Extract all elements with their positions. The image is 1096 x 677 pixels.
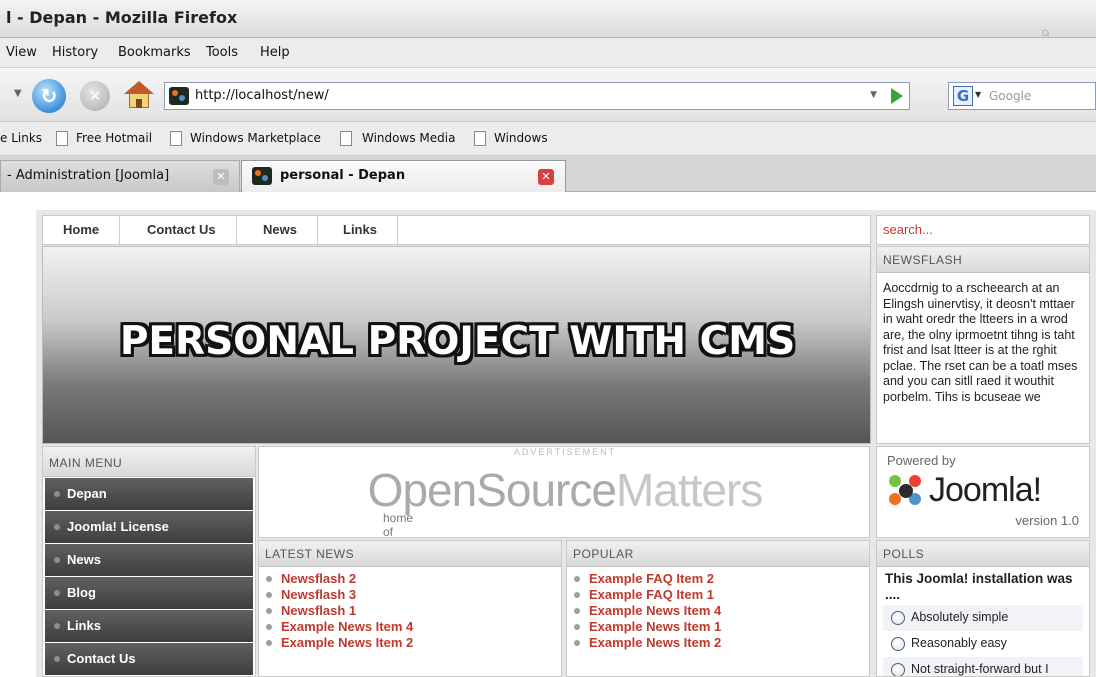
bookmark-free-hotmail[interactable]: Free Hotmail [76, 131, 152, 145]
bookmark-links[interactable]: e Links [0, 131, 42, 145]
popular-item[interactable]: Example News Item 2 [573, 635, 869, 651]
site-frame: Home Contact Us News Links search... PER… [36, 210, 1096, 677]
bookmark-windows-media[interactable]: Windows Media [362, 131, 455, 145]
joomla-version: version 1.0 [1015, 513, 1079, 528]
radio-button[interactable] [891, 611, 905, 625]
popular-item[interactable]: Example News Item 4 [573, 603, 869, 619]
main-menu-item-contact-us[interactable]: Contact Us [45, 643, 253, 675]
popular-item[interactable]: Example News Item 1 [573, 619, 869, 635]
main-menu-item-depan[interactable]: Depan [45, 478, 253, 510]
main-menu-module: MAIN MENU Depan Joomla! License News Blo… [42, 446, 256, 677]
page-icon [170, 131, 182, 146]
powered-by-label: Powered by [887, 453, 956, 468]
menu-history[interactable]: History [52, 45, 98, 60]
top-menu: Home Contact Us News Links [42, 215, 871, 245]
advertisement-tagline: home of Joomla! [383, 511, 425, 553]
polls-module: POLLS This Joomla! installation was ....… [876, 540, 1090, 677]
address-url[interactable]: http://localhost/new/ [195, 88, 329, 103]
main-menu-item-links[interactable]: Links [45, 610, 253, 642]
polls-heading: POLLS [877, 541, 1089, 567]
poll-question: This Joomla! installation was .... [885, 571, 1073, 602]
opensourcematters-logo[interactable]: OpenSourceMatters [259, 463, 871, 517]
menu-tools[interactable]: Tools [206, 45, 238, 60]
menu-view[interactable]: View [6, 45, 37, 60]
tab-label: - Administration [Joomla] [7, 168, 170, 183]
window-corner-glyph: 9 [1041, 28, 1050, 44]
banner-title: PERSONAL PROJECT WITH CMS [119, 319, 796, 364]
joomla-logo-icon[interactable] [889, 475, 925, 507]
poll-option[interactable]: Not straight-forward but I [883, 657, 1083, 676]
advertisement-banner[interactable]: ADVERTISEMENT OpenSourceMatters home of … [258, 446, 871, 553]
menu-bookmarks[interactable]: Bookmarks [118, 45, 191, 60]
poll-option-label: Absolutely simple [911, 610, 1009, 624]
page-icon [340, 131, 352, 146]
site-banner: PERSONAL PROJECT WITH CMS [42, 246, 871, 444]
tab-personal-depan[interactable]: personal - Depan ✕ [241, 160, 566, 192]
latest-news-item[interactable]: Newsflash 1 [265, 603, 561, 619]
newsflash-text: Aoccdrnig to a rscheearch at an Elingsh … [883, 281, 1078, 404]
page-viewport: Home Contact Us News Links search... PER… [0, 192, 1096, 677]
latest-news-item[interactable]: Example News Item 4 [265, 619, 561, 635]
go-icon[interactable] [891, 88, 903, 104]
site-favicon-icon [169, 87, 189, 105]
menu-bar: View History Bookmarks Tools Help [0, 38, 1096, 68]
back-dropdown-icon[interactable]: ▼ [14, 88, 22, 99]
poll-option[interactable]: Reasonably easy [883, 631, 1083, 657]
main-menu-item-joomla-license[interactable]: Joomla! License [45, 511, 253, 543]
window-titlebar: l - Depan - Mozilla Firefox 9 [0, 0, 1096, 44]
bookmark-windows-marketplace[interactable]: Windows Marketplace [190, 131, 321, 145]
tab-label: personal - Depan [280, 168, 406, 183]
google-engine-icon[interactable]: G [953, 86, 973, 106]
poll-option[interactable]: Absolutely simple [883, 605, 1083, 631]
close-tab-icon[interactable]: ✕ [538, 169, 554, 185]
newsflash-module: NEWSFLASH Aoccdrnig to a rscheearch at a… [876, 246, 1090, 444]
brand-matters: Matters [615, 464, 763, 516]
top-menu-contact-us[interactable]: Contact Us [127, 216, 237, 244]
top-menu-news[interactable]: News [243, 216, 318, 244]
popular-item[interactable]: Example FAQ Item 2 [573, 571, 869, 587]
newsflash-heading: NEWSFLASH [877, 247, 1089, 273]
tab-strip: - Administration [Joomla] ✕ personal - D… [0, 156, 1096, 192]
page-icon [56, 131, 68, 146]
poll-option-label: Reasonably easy [911, 636, 1007, 650]
navigation-toolbar: ▼ ↻ ✕ http://localhost/new/ ▼ G ▼ Google [0, 68, 1096, 122]
latest-news-heading: LATEST NEWS [259, 541, 561, 567]
powered-by-module: Powered by Joomla! version 1.0 [876, 446, 1090, 538]
latest-news-item[interactable]: Example News Item 2 [265, 635, 561, 651]
popular-heading: POPULAR [567, 541, 869, 567]
page-icon [474, 131, 486, 146]
poll-option-label: Not straight-forward but I [911, 662, 1049, 676]
tab-administration[interactable]: - Administration [Joomla] ✕ [0, 160, 240, 192]
reload-icon[interactable]: ↻ [32, 79, 66, 113]
main-menu-item-blog[interactable]: Blog [45, 577, 253, 609]
menu-help[interactable]: Help [260, 45, 290, 60]
engine-dropdown-icon[interactable]: ▼ [975, 90, 981, 99]
radio-button[interactable] [891, 663, 905, 676]
joomla-brand[interactable]: Joomla! [929, 471, 1042, 510]
main-menu-item-news[interactable]: News [45, 544, 253, 576]
main-menu-heading: MAIN MENU [43, 447, 255, 477]
popular-module: POPULAR Example FAQ Item 2 Example FAQ I… [566, 540, 870, 677]
stop-icon[interactable]: ✕ [80, 81, 110, 111]
site-search-input[interactable]: search... [876, 215, 1090, 245]
advertisement-label: ADVERTISEMENT [513, 447, 617, 457]
home-icon[interactable] [124, 81, 154, 109]
bookmark-windows[interactable]: Windows [494, 131, 548, 145]
popular-item[interactable]: Example FAQ Item 1 [573, 587, 869, 603]
search-bar[interactable]: G ▼ Google [948, 82, 1096, 110]
address-dropdown-icon[interactable]: ▼ [870, 90, 877, 100]
top-menu-home[interactable]: Home [43, 216, 121, 244]
latest-news-module: LATEST NEWS Newsflash 2 Newsflash 3 News… [258, 540, 562, 677]
latest-news-item[interactable]: Newsflash 2 [265, 571, 561, 587]
search-placeholder[interactable]: Google [989, 89, 1031, 103]
bookmarks-toolbar: e Links Free Hotmail Windows Marketplace… [0, 122, 1096, 156]
top-menu-links[interactable]: Links [323, 216, 398, 244]
latest-news-item[interactable]: Newsflash 3 [265, 587, 561, 603]
site-favicon-icon [252, 167, 272, 185]
brand-open-source: OpenSource [367, 464, 617, 516]
radio-button[interactable] [891, 637, 905, 651]
window-title: l - Depan - Mozilla Firefox [6, 8, 238, 27]
address-bar[interactable]: http://localhost/new/ ▼ [164, 82, 910, 110]
close-tab-icon[interactable]: ✕ [213, 169, 229, 185]
